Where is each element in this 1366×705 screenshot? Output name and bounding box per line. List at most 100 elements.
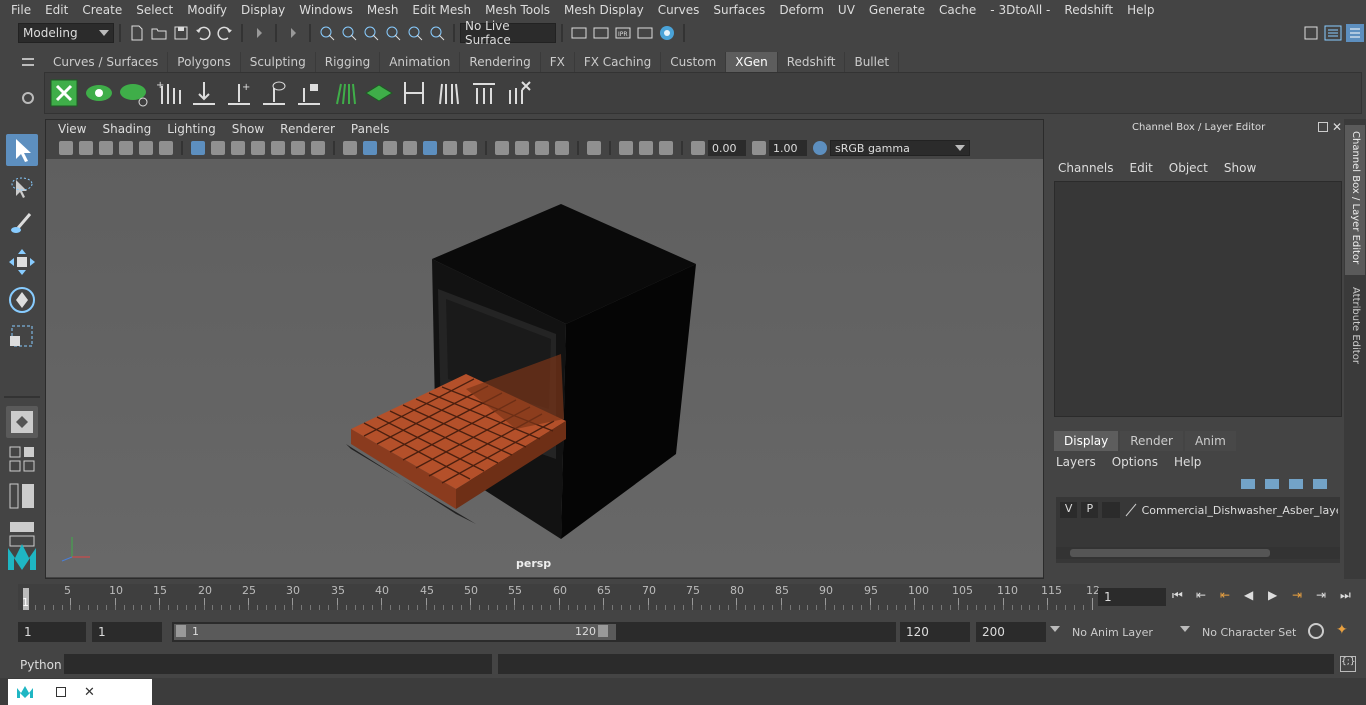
xgen-delete-guides-icon[interactable] (504, 78, 534, 108)
viewport-menu-item[interactable]: View (50, 122, 94, 136)
xgen-guides-icon[interactable]: + (154, 78, 184, 108)
anim-layer-selector[interactable]: No Anim Layer (1066, 622, 1176, 642)
side-tab-channel-box[interactable]: Channel Box / Layer Editor (1345, 125, 1365, 275)
time-ruler[interactable]: 5 10 15 20 25 30 35 40 45 50 55 60 65 70 75 80 85 90 95 100… (18, 584, 1100, 610)
bookmark-icon[interactable] (99, 141, 113, 155)
play-backwards-icon[interactable]: ◀ (1244, 588, 1264, 606)
workspace-icon[interactable] (1302, 24, 1320, 42)
paint-select-tool-icon[interactable] (6, 208, 38, 240)
move-layer-up-icon[interactable] (1241, 479, 1255, 489)
gamma-field[interactable]: 1.00 (769, 140, 807, 156)
safe-action-icon[interactable] (291, 141, 305, 155)
time-slider[interactable]: 5 10 15 20 25 30 35 40 45 50 55 60 65 70 75 80 85 90 95 100… (0, 580, 1366, 616)
menu-item[interactable]: Curves (651, 3, 707, 17)
menu-item[interactable]: Edit (38, 3, 75, 17)
shelf-tab[interactable]: Rigging (316, 52, 381, 72)
close-window-icon[interactable]: ✕ (84, 685, 95, 700)
step-back-key-icon[interactable]: ⇤ (1220, 588, 1240, 606)
menu-item[interactable]: Select (129, 3, 180, 17)
shelf-tab[interactable]: Polygons (168, 52, 241, 72)
snap-curve-icon[interactable] (406, 24, 424, 42)
isolate-select-icon[interactable] (587, 141, 601, 155)
layer-display-type-toggle[interactable] (1102, 502, 1120, 518)
layer-menu-item[interactable]: Options (1112, 455, 1158, 469)
go-to-start-icon[interactable]: ⏮ (1172, 588, 1192, 606)
film-gate-icon[interactable] (211, 141, 225, 155)
layer-visibility-toggle[interactable]: V (1060, 502, 1078, 518)
xray-active-icon[interactable] (639, 141, 653, 155)
new-scene-icon[interactable] (128, 24, 146, 42)
xgen-place-guide-icon[interactable] (189, 78, 219, 108)
snap-point-icon[interactable] (428, 24, 446, 42)
redo-icon[interactable] (216, 24, 234, 42)
scrollbar-thumb[interactable] (1070, 549, 1270, 557)
current-frame-field[interactable]: 1 (1098, 588, 1166, 606)
single-perspective-layout-icon[interactable] (6, 406, 38, 438)
shelf-tab[interactable]: Sculpting (241, 52, 316, 72)
minimized-window[interactable]: ✕ (8, 679, 152, 705)
auto-key-icon[interactable] (1308, 623, 1324, 639)
shelf-menu-icon[interactable] (22, 58, 34, 66)
select-component-icon[interactable] (362, 24, 380, 42)
end-dropdown-arrow-icon[interactable] (1050, 626, 1060, 632)
gamma-icon[interactable] (752, 141, 766, 155)
gate-mask-icon[interactable] (251, 141, 265, 155)
grid-icon[interactable] (191, 141, 205, 155)
color-space-selector[interactable]: sRGB gamma (830, 140, 970, 156)
layer-tab[interactable]: Render (1120, 431, 1183, 451)
side-tab-attribute-editor[interactable]: Attribute Editor (1345, 281, 1365, 381)
exposure-icon[interactable] (691, 141, 705, 155)
menu-item[interactable]: Deform (772, 3, 831, 17)
xgen-lock-guide-icon[interactable] (294, 78, 324, 108)
channel-box-toggle-icon[interactable] (1324, 24, 1342, 42)
xray-icon[interactable] (619, 141, 633, 155)
script-editor-icon[interactable]: {;} (1340, 656, 1356, 672)
command-input[interactable] (64, 654, 492, 674)
step-forward-key-icon[interactable]: ⇥ (1292, 588, 1312, 606)
menu-item[interactable]: Help (1120, 3, 1161, 17)
shelf-tab[interactable]: Bullet (845, 52, 900, 72)
render-frame-icon[interactable] (592, 24, 610, 42)
color-management-icon[interactable] (813, 141, 827, 155)
use-all-lights-icon[interactable] (443, 141, 457, 155)
open-scene-icon[interactable] (150, 24, 168, 42)
2d-pan-zoom-icon[interactable] (139, 141, 153, 155)
menu-item[interactable]: Mesh (360, 3, 406, 17)
menu-item[interactable]: Edit Mesh (405, 3, 478, 17)
channel-box-menu-item[interactable]: Object (1169, 161, 1208, 175)
xray-joints-icon[interactable] (659, 141, 673, 155)
hypershade-icon[interactable] (658, 24, 676, 42)
menu-item[interactable]: Surfaces (706, 3, 772, 17)
menu-item[interactable]: Redshift (1057, 3, 1120, 17)
character-set-selector[interactable]: No Character Set (1196, 622, 1300, 642)
select-object-icon[interactable] (340, 24, 358, 42)
safe-title-icon[interactable] (311, 141, 325, 155)
range-end-handle[interactable] (598, 625, 608, 637)
scale-tool-icon[interactable] (6, 320, 38, 352)
move-tool-icon[interactable] (6, 246, 38, 278)
shelf-tab[interactable]: Rendering (460, 52, 541, 72)
menu-item[interactable]: Windows (292, 3, 360, 17)
snap-grid-icon[interactable] (384, 24, 402, 42)
wireframe-on-shaded-icon[interactable] (403, 141, 417, 155)
undo-icon[interactable] (194, 24, 212, 42)
animation-start-field[interactable]: 1 (18, 622, 86, 642)
animation-end-field[interactable]: 200 (976, 622, 1046, 642)
image-plane-icon[interactable] (119, 141, 133, 155)
viewport-menu-item[interactable]: Show (224, 122, 272, 136)
save-scene-icon[interactable] (172, 24, 190, 42)
menu-item[interactable]: Cache (932, 3, 983, 17)
screen-space-ao-icon[interactable] (495, 141, 509, 155)
xgen-add-guide-icon[interactable]: + (224, 78, 254, 108)
new-empty-layer-icon[interactable] (1289, 479, 1303, 489)
camera-attributes-icon[interactable] (79, 141, 93, 155)
layer-list-scrollbar[interactable] (1056, 547, 1340, 559)
wireframe-icon[interactable] (343, 141, 357, 155)
camera-select-icon[interactable] (59, 141, 73, 155)
move-layer-down-icon[interactable] (1265, 479, 1279, 489)
playback-end-field[interactable]: 120 (900, 622, 970, 642)
layer-tab[interactable]: Display (1054, 431, 1119, 451)
menu-item[interactable]: Mesh Display (557, 3, 651, 17)
mode-selector[interactable]: Modeling (18, 23, 114, 43)
resolution-gate-icon[interactable] (231, 141, 245, 155)
